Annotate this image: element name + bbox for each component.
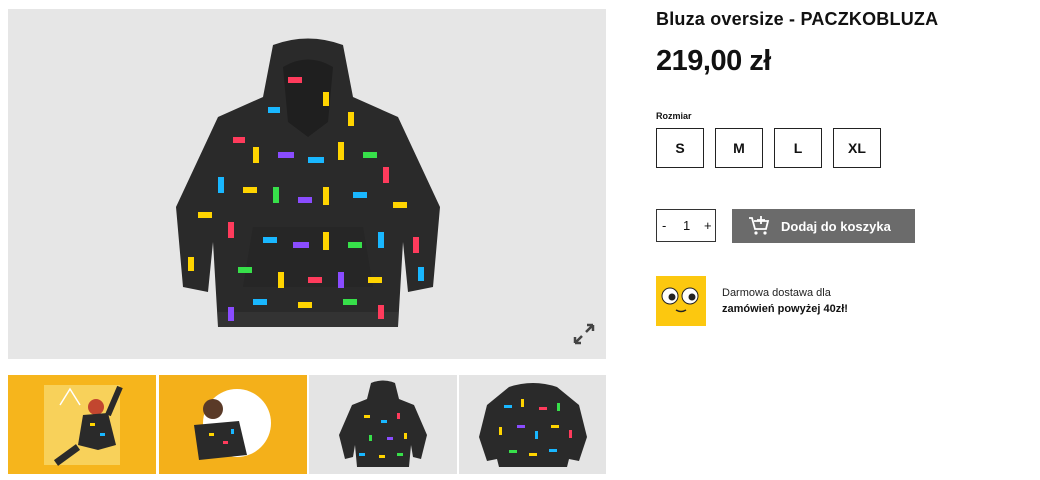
add-to-cart-button[interactable]: Dodaj do koszyka <box>732 209 915 243</box>
quantity-stepper: - 1 + <box>656 209 716 242</box>
thumbnail-2[interactable] <box>159 375 307 474</box>
main-product-image[interactable] <box>8 9 606 359</box>
add-to-cart-label: Dodaj do koszyka <box>781 219 891 234</box>
qty-value[interactable]: 1 <box>683 218 690 233</box>
size-button-xl[interactable]: XL <box>833 128 881 168</box>
model-jumping-image <box>44 385 123 466</box>
promo-text-line1: Darmowa dostawa dla <box>722 287 831 299</box>
model-circle-image <box>194 389 271 460</box>
thumbnail-strip <box>8 375 606 474</box>
thumbnail-4[interactable] <box>459 375 606 474</box>
size-label: Rozmiar <box>656 111 692 121</box>
expand-arrows-icon[interactable] <box>572 322 596 346</box>
product-title: Bluza oversize - PACZKOBLUZA <box>656 9 939 29</box>
qty-increase-button[interactable]: + <box>704 218 712 233</box>
thumbnail-1[interactable] <box>8 375 156 474</box>
add-to-cart-icon <box>749 216 770 235</box>
size-button-l[interactable]: L <box>774 128 822 168</box>
size-button-m[interactable]: M <box>715 128 763 168</box>
qty-decrease-button[interactable]: - <box>662 218 666 233</box>
thumbnail-3[interactable] <box>309 375 457 474</box>
size-button-s[interactable]: S <box>656 128 704 168</box>
hoodie-back-image <box>479 383 587 467</box>
product-price: 219,00 zł <box>656 45 771 77</box>
hoodie-photo <box>176 38 440 327</box>
hoodie-front-image <box>339 380 427 467</box>
promo-text-line2: zamówień powyżej 40zł! <box>722 303 848 315</box>
googly-eyes-icon <box>656 276 706 326</box>
